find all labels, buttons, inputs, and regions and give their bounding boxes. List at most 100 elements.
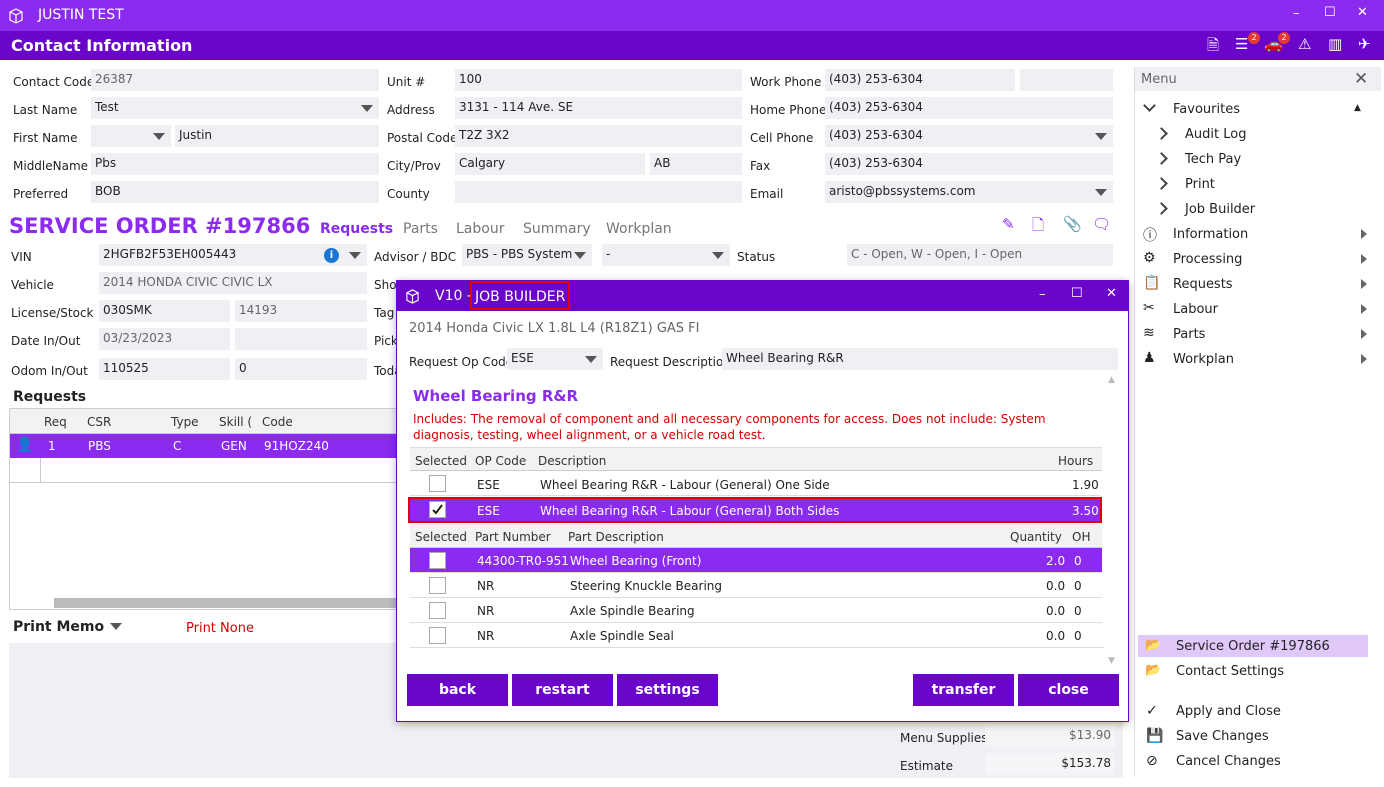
row-checkbox[interactable] [429, 602, 446, 619]
col-quantity[interactable]: Quantity [1010, 530, 1062, 544]
bar-chart-icon[interactable]: ▥ [1328, 35, 1342, 53]
col-req[interactable]: Req [44, 415, 67, 429]
date-out-field[interactable] [235, 328, 367, 350]
dialog-close-icon[interactable]: ✕ [1106, 286, 1117, 301]
unit-field[interactable]: 100 [455, 69, 742, 91]
tab-labour[interactable]: Labour [456, 221, 504, 237]
add-document-icon[interactable]: 🗋 [1032, 215, 1044, 240]
work-phone-ext-field[interactable] [1020, 69, 1113, 91]
tools-icon[interactable]: ✈ [1358, 35, 1371, 53]
odom-out-field[interactable]: 0 [235, 358, 367, 380]
col-type[interactable]: Type [171, 415, 199, 429]
preferred-field[interactable]: BOB [91, 181, 379, 203]
menu-item-audit-log[interactable]: Audit Log [1185, 127, 1246, 142]
table-row-selected[interactable]: ESE Wheel Bearing R&R - Labour (General)… [408, 497, 1102, 523]
scroll-up-icon[interactable]: ▲ [1108, 375, 1115, 385]
bdc-select[interactable]: - [602, 244, 730, 266]
menu-contact-settings[interactable]: Contact Settings [1176, 664, 1284, 679]
menu-service-order[interactable]: Service Order #197866 [1176, 639, 1330, 654]
menu-item-parts[interactable]: Parts [1173, 327, 1205, 342]
col-part-number[interactable]: Part Number [475, 530, 551, 544]
salutation-select[interactable] [91, 125, 171, 147]
settings-button[interactable]: settings [617, 674, 718, 706]
cell-phone-field[interactable]: (403) 253-6304 [825, 125, 1113, 147]
address-field[interactable]: 3131 - 114 Ave. SE [455, 97, 742, 119]
table-row[interactable]: NR Steering Knuckle Bearing 0.0 0 [410, 573, 1102, 598]
col-part-description[interactable]: Part Description [568, 530, 664, 544]
chevron-down-icon[interactable] [1143, 99, 1156, 112]
comment-icon[interactable]: 🗨 [1092, 215, 1111, 233]
close-window-button[interactable]: ✕ [1357, 5, 1368, 20]
menu-item-requests[interactable]: Requests [1173, 277, 1233, 292]
horizontal-scrollbar[interactable] [54, 598, 396, 608]
request-description-field[interactable]: Wheel Bearing R&R [722, 348, 1118, 370]
dialog-maximize-button[interactable]: ☐ [1071, 286, 1083, 301]
last-name-field[interactable]: Test [91, 97, 379, 119]
document-icon[interactable]: 🗎 [1207, 35, 1219, 60]
warning-icon[interactable]: ⚠ [1298, 35, 1311, 53]
city-field[interactable]: Calgary [455, 153, 645, 175]
dialog-minimize-button[interactable]: – [1039, 287, 1046, 302]
tab-requests[interactable]: Requests [320, 221, 393, 237]
odom-in-field[interactable]: 110525 [99, 358, 230, 380]
fax-field[interactable]: (403) 253-6304 [825, 153, 1113, 175]
menu-item-workplan[interactable]: Workplan [1173, 352, 1234, 367]
chevron-right-icon[interactable] [1155, 202, 1168, 215]
col-code[interactable]: Code [262, 415, 293, 429]
cancel-changes-button[interactable]: Cancel Changes [1176, 754, 1281, 769]
edit-icon[interactable]: ✎ [1002, 215, 1015, 233]
work-phone-field[interactable]: (403) 253-6304 [825, 69, 1015, 91]
row-checkbox[interactable] [429, 627, 446, 644]
middle-name-field[interactable]: Pbs [91, 153, 379, 175]
postal-code-field[interactable]: T2Z 3X2 [455, 125, 742, 147]
chevron-right-icon[interactable] [1155, 127, 1168, 140]
date-in-field[interactable]: 03/23/2023 [99, 328, 230, 350]
tab-parts[interactable]: Parts [403, 221, 438, 237]
col-op-code[interactable]: OP Code [475, 454, 526, 468]
col-csr[interactable]: CSR [87, 415, 111, 429]
tab-summary[interactable]: Summary [523, 221, 591, 237]
col-description[interactable]: Description [538, 454, 606, 468]
close-button[interactable]: close [1018, 674, 1119, 706]
print-memo-value[interactable]: Print None [186, 621, 254, 636]
col-oh[interactable]: OH [1072, 530, 1090, 544]
chevron-right-icon[interactable] [1155, 177, 1168, 190]
list-icon[interactable]: ☰ [1235, 35, 1248, 53]
maximize-button[interactable]: ☐ [1324, 5, 1336, 20]
col-hours[interactable]: Hours [1058, 454, 1093, 468]
chevron-right-icon[interactable] [1155, 152, 1168, 165]
row-checkbox[interactable] [429, 552, 446, 569]
row-checkbox-checked[interactable] [429, 501, 446, 518]
email-field[interactable]: aristo@pbssystems.com [825, 181, 1113, 203]
col-selected[interactable]: Selected [415, 454, 467, 468]
menu-item-job-builder[interactable]: Job Builder [1185, 202, 1255, 217]
advisor-select[interactable]: PBS - PBS System [462, 244, 592, 266]
table-row[interactable]: 👤 1 PBS C GEN 91HOZ240 [10, 434, 396, 458]
table-row[interactable]: NR Axle Spindle Seal 0.0 0 [410, 623, 1102, 648]
transfer-button[interactable]: transfer [913, 674, 1014, 706]
back-button[interactable]: back [407, 674, 508, 706]
row-checkbox[interactable] [429, 577, 446, 594]
first-name-field[interactable]: Justin [175, 125, 379, 147]
menu-item-processing[interactable]: Processing [1173, 252, 1242, 267]
table-row[interactable]: ESE Wheel Bearing R&R - Labour (General)… [410, 471, 1100, 496]
menu-item-tech-pay[interactable]: Tech Pay [1185, 152, 1241, 167]
info-icon[interactable]: i [324, 248, 339, 263]
menu-item-print[interactable]: Print [1185, 177, 1215, 192]
menu-item-labour[interactable]: Labour [1173, 302, 1218, 317]
menu-favourites[interactable]: Favourites [1173, 102, 1240, 117]
menu-item-information[interactable]: Information [1173, 227, 1248, 242]
attachment-icon[interactable]: 📎 [1063, 215, 1082, 233]
op-code-select[interactable]: ESE [507, 348, 603, 370]
restart-button[interactable]: restart [512, 674, 613, 706]
col-skill[interactable]: Skill ( [219, 415, 252, 429]
col-selected[interactable]: Selected [415, 530, 467, 544]
table-row[interactable]: NR Axle Spindle Bearing 0.0 0 [410, 598, 1102, 623]
scroll-down-icon[interactable]: ▼ [1108, 656, 1115, 666]
home-phone-field[interactable]: (403) 253-6304 [825, 97, 1113, 119]
county-field[interactable] [455, 181, 742, 203]
table-row[interactable]: 44300-TR0-951 Wheel Bearing (Front) 2.0 … [410, 548, 1102, 573]
license-field[interactable]: 030SMK [99, 300, 230, 322]
province-field[interactable]: AB [650, 153, 742, 175]
tab-workplan[interactable]: Workplan [606, 221, 672, 237]
